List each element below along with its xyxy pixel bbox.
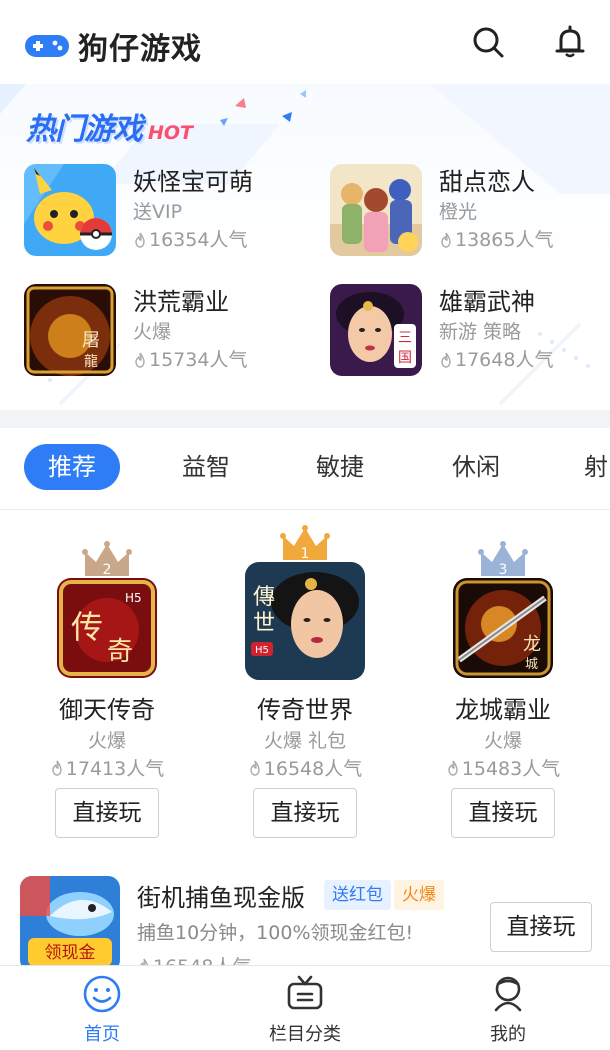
hot-title: 热门游戏 HOT [26,112,194,147]
game-thumbnail: 屠 龍 [24,284,116,376]
flame-icon [441,352,451,368]
game-tag: 火爆 [483,730,522,752]
tab-agility[interactable]: 敏捷 [316,444,364,490]
game-thumbnail: 传 奇 H5 [57,578,157,678]
tab-casual[interactable]: 休闲 [452,444,500,490]
flame-icon [52,760,62,776]
flame-icon [448,760,458,776]
game-popularity: 16354人气 [133,226,253,254]
play-button[interactable]: 直接玩 [55,788,159,838]
game-name: 甜点恋人 [439,168,535,196]
game-name: 街机捕鱼现金版 [137,884,305,912]
game-tag: 新游 策略 [439,321,522,343]
game-thumbnail: 三 国 [330,284,422,376]
svg-text:世: 世 [253,611,275,636]
tab-shooting[interactable]: 射 [584,444,608,490]
game-popularity: 17413人气 [12,754,202,781]
red-packet-badge: 送红包 [324,880,391,910]
section-divider [0,410,610,428]
game-popularity: 13865人气 [439,226,553,254]
tab-puzzle[interactable]: 益智 [182,444,230,490]
app-header: 狗仔游戏 [0,0,610,84]
play-button[interactable]: 直接玩 [451,788,555,838]
game-tag: 送VIP [133,201,183,223]
game-name: 御天传奇 [59,696,155,724]
game-name: 妖怪宝可萌 [133,168,253,196]
svg-text:H5: H5 [255,645,269,656]
app-title: 狗仔游戏 [78,32,202,67]
game-thumbnail [330,164,422,256]
game-tag: 橙光 [439,201,478,223]
flame-icon [135,232,145,248]
game-thumbnail [24,164,116,256]
hot-games-section: 热门游戏 HOT 妖怪宝可萌 送VIP 16354人气 甜点恋人 橙光 1386… [0,84,610,410]
crown-icon: 2 [82,541,132,578]
game-name: 雄霸武神 [439,288,535,316]
tab-recommend[interactable]: 推荐 [24,444,120,490]
hot-game-item[interactable]: 三 国 雄霸武神 新游 策略 17648人气 [330,284,610,380]
rank-number: 2 [103,562,112,578]
rank-number: 3 [499,562,508,578]
game-popularity: 16548人气 [210,754,400,781]
game-tag: 火爆 [87,730,126,752]
game-tag: 火爆 [133,321,172,343]
svg-text:傳: 傳 [253,585,275,610]
svg-text:龙: 龙 [523,634,541,655]
game-popularity: 17648人气 [439,346,553,374]
svg-text:传: 传 [71,608,103,646]
hot-game-item[interactable]: 屠 龍 洪荒霸业 火爆 15734人气 [24,284,314,380]
app-logo[interactable]: 狗仔游戏 [24,24,202,68]
bell-icon[interactable] [552,24,588,60]
gamepad-icon [25,35,69,57]
game-tag: 火爆 礼包 [263,730,347,752]
svg-text:龍: 龍 [84,353,98,370]
play-button[interactable]: 直接玩 [490,902,592,952]
game-thumbnail: 傳 世 H5 [245,562,365,680]
flame-icon [250,760,260,776]
nav-home[interactable]: 首页 [42,974,162,1046]
search-icon[interactable] [470,24,506,60]
ranked-game-item[interactable]: 1 傳 世 H5 传奇世界 火爆 礼包 16548人气 直接玩 [210,524,400,838]
flame-icon [135,352,145,368]
hot-game-item[interactable]: 甜点恋人 橙光 13865人气 [330,164,610,260]
svg-text:三: 三 [398,330,412,346]
svg-text:城: 城 [525,657,538,672]
play-button[interactable]: 直接玩 [253,788,357,838]
user-icon [494,976,522,1012]
hot-game-item[interactable]: 妖怪宝可萌 送VIP 16354人气 [24,164,314,260]
crown-icon: 3 [478,541,528,578]
hot-badge: 火爆 [394,880,444,910]
rank-number: 1 [301,546,310,562]
svg-text:领现金: 领现金 [45,943,96,963]
svg-text:国: 国 [398,350,412,366]
nav-categories[interactable]: 栏目分类 [245,974,365,1046]
nav-profile[interactable]: 我的 [448,974,568,1046]
game-thumbnail: 龙 城 [453,578,553,678]
ranked-game-item[interactable]: 3 龙 城 龙城霸业 火爆 15483人气 直接玩 [408,540,598,840]
svg-text:奇: 奇 [107,637,133,667]
game-popularity: 15483人气 [408,754,598,781]
tv-icon [287,975,323,1010]
game-name: 龙城霸业 [455,696,551,724]
game-description: 捕鱼10分钟，100%领现金红包! [137,922,414,944]
game-thumbnail: 领现金 [20,876,120,972]
game-name: 传奇世界 [257,696,353,724]
crown-icon: 1 [280,525,330,562]
svg-text:屠: 屠 [82,330,100,351]
game-popularity: 15734人气 [133,346,247,374]
flame-icon [441,232,451,248]
ranked-game-item[interactable]: 2 传 奇 H5 御天传奇 火爆 17413人气 直接玩 [12,540,202,840]
game-name: 洪荒霸业 [133,288,229,316]
svg-text:H5: H5 [125,591,142,605]
smile-icon [83,975,121,1013]
bottom-nav: 首页 栏目分类 我的 [0,965,610,1050]
list-item[interactable]: 领现金 街机捕鱼现金版 送红包 火爆 捕鱼10分钟，100%领现金红包! 165… [0,870,610,978]
category-tabs: 推荐 益智 敏捷 休闲 射 [0,428,610,510]
